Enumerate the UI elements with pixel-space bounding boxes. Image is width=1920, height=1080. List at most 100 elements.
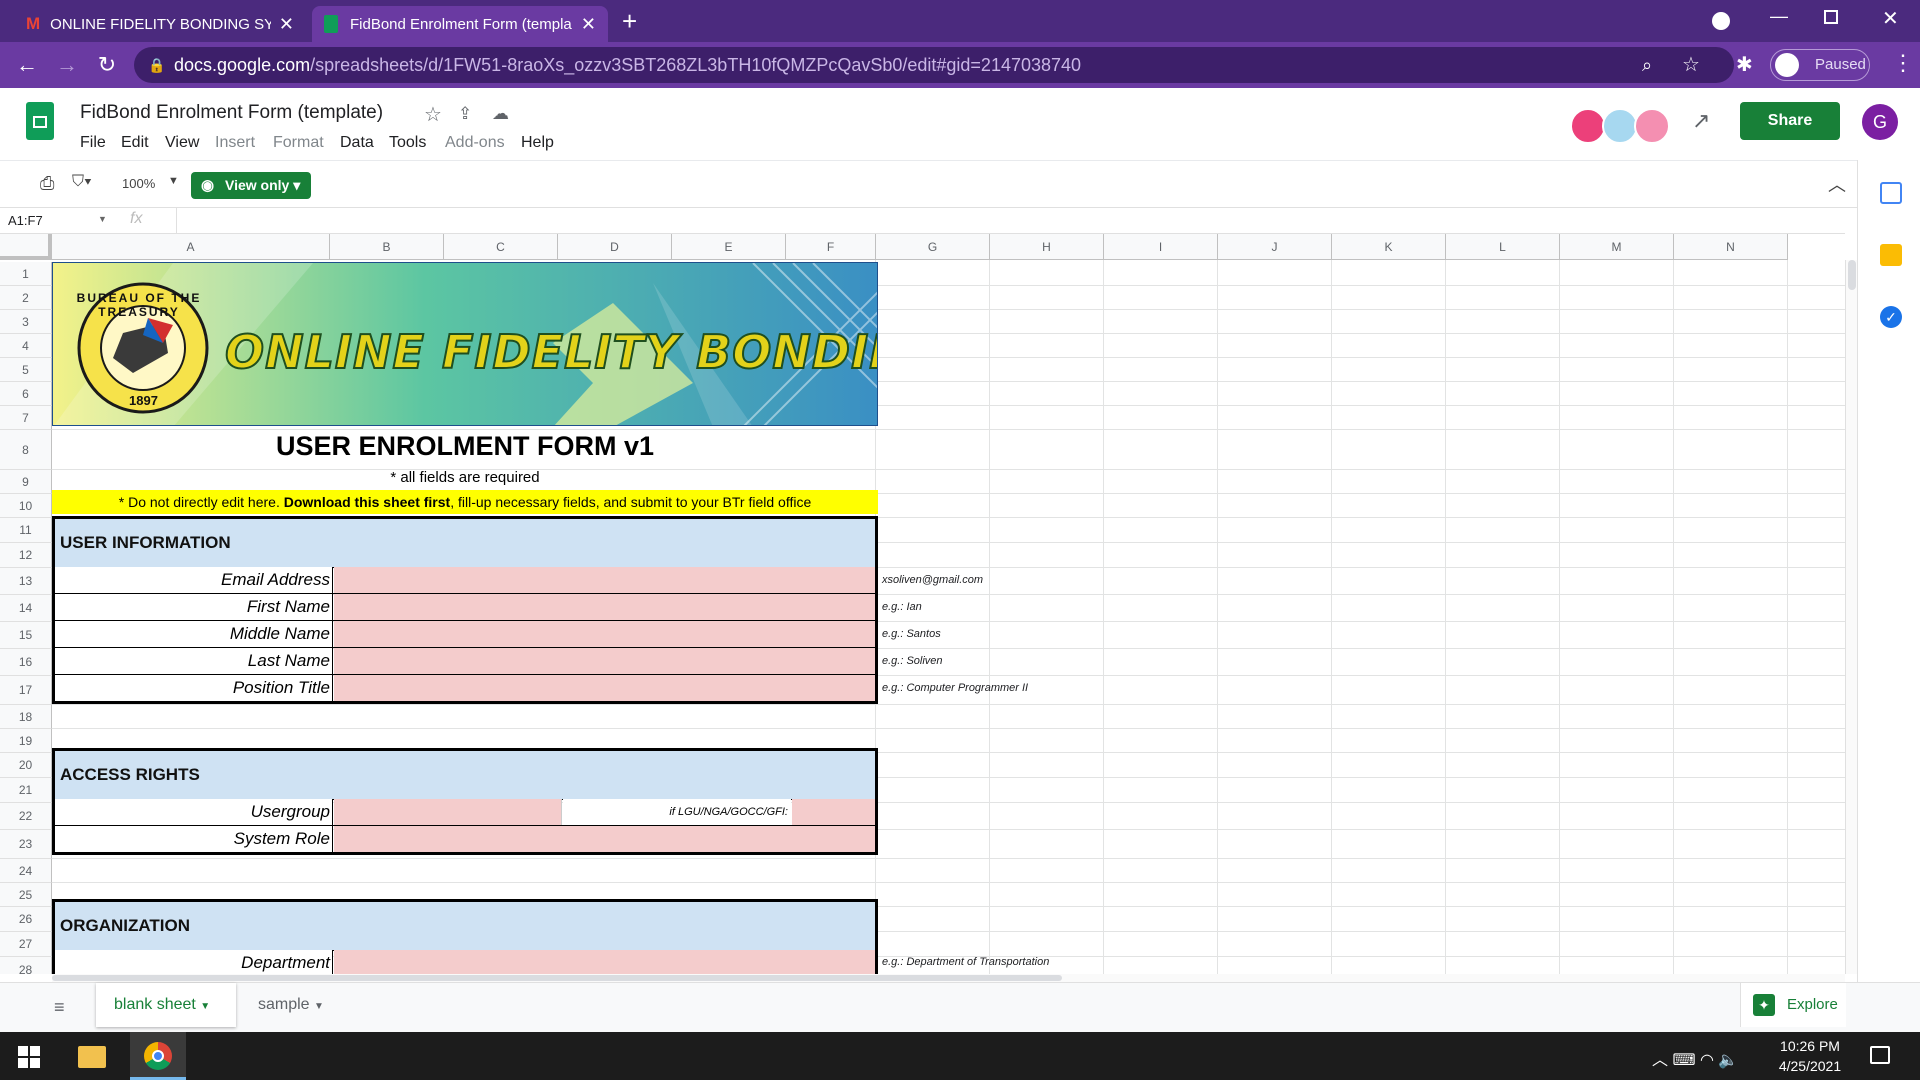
dropdown-icon[interactable]: ▼ — [314, 1001, 324, 1012]
row-header[interactable]: 7 — [0, 406, 52, 430]
column-header[interactable]: N — [1674, 234, 1788, 260]
windows-start-icon[interactable] — [18, 1046, 40, 1068]
all-sheets-icon[interactable]: ≡ — [54, 997, 65, 1018]
clock-time[interactable]: 10:26 PM — [1760, 1038, 1860, 1054]
minimize-icon[interactable]: — — [1770, 6, 1788, 27]
restore-icon[interactable] — [1824, 10, 1838, 24]
forward-icon[interactable]: → — [52, 50, 82, 80]
row-header[interactable]: 6 — [0, 382, 52, 406]
collaborator-avatar[interactable] — [1634, 108, 1670, 144]
last-name-field[interactable] — [334, 648, 875, 674]
select-all-corner[interactable] — [0, 234, 52, 260]
menu-file[interactable]: File — [80, 134, 106, 152]
menu-insert[interactable]: Insert — [215, 134, 255, 152]
formula-input[interactable] — [176, 208, 1845, 233]
collapse-menus-icon[interactable]: ︿ — [1828, 171, 1846, 197]
file-explorer-icon[interactable] — [78, 1046, 106, 1068]
row-header[interactable]: 28 — [0, 957, 52, 974]
email-field[interactable] — [334, 567, 875, 593]
vertical-scroll-thumb[interactable] — [1848, 260, 1856, 290]
address-bar[interactable]: 🔒 docs.google.com/spreadsheets/d/1FW51-8… — [134, 47, 1734, 83]
browser-tab-sheets[interactable]: FidBond Enrolment Form (templa ✕ — [312, 6, 608, 42]
row-header[interactable]: 19 — [0, 729, 52, 753]
sheets-logo-icon[interactable] — [26, 102, 54, 140]
menu-tools[interactable]: Tools — [389, 134, 426, 152]
row-header[interactable]: 16 — [0, 649, 52, 676]
profile-button[interactable]: Paused — [1770, 49, 1870, 81]
row-header[interactable]: 14 — [0, 595, 52, 622]
sheet-tab-sample[interactable]: sample ▼ — [242, 983, 342, 1027]
dropdown-icon[interactable]: ▼ — [200, 1001, 210, 1012]
usergroup-type-field[interactable] — [792, 799, 875, 825]
notifications-icon[interactable] — [1870, 1046, 1890, 1064]
vertical-scrollbar[interactable] — [1845, 260, 1857, 974]
tab-search-icon[interactable] — [1712, 12, 1730, 30]
zoom-icon[interactable]: ⌕ — [1642, 47, 1652, 83]
browser-tab-gmail[interactable]: M ONLINE FIDELITY BONDING SYST ✕ — [14, 6, 306, 42]
row-header[interactable]: 25 — [0, 883, 52, 907]
row-header[interactable]: 8 — [0, 430, 52, 470]
row-header[interactable]: 13 — [0, 568, 52, 595]
column-header[interactable]: I — [1104, 234, 1218, 260]
clock-date[interactable]: 4/25/2021 — [1760, 1058, 1860, 1074]
row-header[interactable]: 22 — [0, 803, 52, 830]
column-header[interactable]: D — [558, 234, 672, 260]
first-name-field[interactable] — [334, 594, 875, 620]
close-tab-icon[interactable]: ✕ — [279, 14, 294, 35]
chrome-taskbar-button[interactable] — [130, 1032, 186, 1080]
move-icon[interactable]: ⇪ — [458, 104, 472, 124]
horizontal-scrollbar[interactable] — [52, 974, 1845, 982]
menu-addons[interactable]: Add-ons — [445, 134, 505, 152]
column-header[interactable]: F — [786, 234, 876, 260]
column-header[interactable]: E — [672, 234, 786, 260]
row-header[interactable]: 17 — [0, 676, 52, 705]
row-header[interactable]: 4 — [0, 334, 52, 358]
middle-name-field[interactable] — [334, 621, 875, 647]
column-header[interactable]: K — [1332, 234, 1446, 260]
row-header[interactable]: 21 — [0, 778, 52, 803]
reload-icon[interactable]: ↻ — [92, 50, 122, 80]
menu-help[interactable]: Help — [521, 134, 554, 152]
bookmark-star-icon[interactable]: ☆ — [1682, 47, 1700, 83]
sheet-tab-blank-sheet[interactable]: blank sheet ▼ — [96, 983, 236, 1027]
column-header[interactable]: H — [990, 234, 1104, 260]
zoom-select[interactable]: 100% — [122, 176, 155, 191]
row-header[interactable]: 9 — [0, 470, 52, 494]
column-header[interactable]: G — [876, 234, 990, 260]
system-tray-icons[interactable]: ︿ ⌨ ◠ 🔈 — [1652, 1046, 1738, 1070]
close-tab-icon[interactable]: ✕ — [581, 14, 596, 35]
row-header[interactable]: 3 — [0, 310, 52, 334]
row-header[interactable]: 18 — [0, 705, 52, 729]
menu-view[interactable]: View — [165, 134, 199, 152]
row-header[interactable]: 1 — [0, 262, 52, 286]
zoom-dropdown-icon[interactable]: ▼ — [168, 175, 179, 187]
window-close-icon[interactable]: ✕ — [1882, 6, 1899, 31]
menu-format[interactable]: Format — [273, 134, 324, 152]
keep-icon[interactable] — [1880, 244, 1902, 266]
explore-button[interactable]: ✦ Explore — [1740, 983, 1846, 1027]
activity-trend-icon[interactable]: ↗ — [1692, 108, 1710, 134]
star-icon[interactable]: ☆ — [424, 102, 442, 127]
column-header[interactable]: L — [1446, 234, 1560, 260]
extensions-icon[interactable]: ✱ — [1736, 52, 1753, 77]
back-icon[interactable]: ← — [12, 50, 42, 80]
new-tab-icon[interactable]: + — [622, 6, 637, 37]
document-title[interactable]: FidBond Enrolment Form (template) — [80, 102, 383, 124]
browser-menu-icon[interactable]: ⋮ — [1892, 50, 1914, 76]
name-box[interactable]: A1:F7 — [8, 213, 108, 228]
row-header[interactable]: 12 — [0, 543, 52, 568]
tasks-icon[interactable]: ✓ — [1880, 306, 1902, 328]
row-header[interactable]: 11 — [0, 518, 52, 543]
print-icon[interactable]: ⎙ — [40, 173, 54, 194]
column-header[interactable]: M — [1560, 234, 1674, 260]
account-avatar[interactable]: G — [1862, 104, 1898, 140]
usergroup-field[interactable] — [334, 799, 562, 825]
menu-edit[interactable]: Edit — [121, 134, 149, 152]
row-header[interactable]: 5 — [0, 358, 52, 382]
position-title-field[interactable] — [334, 675, 875, 701]
view-only-button[interactable]: ◉ View only ▾ — [191, 172, 311, 199]
menu-data[interactable]: Data — [340, 134, 374, 152]
column-header[interactable]: A — [52, 234, 330, 260]
row-header[interactable]: 26 — [0, 907, 52, 932]
name-box-dropdown-icon[interactable]: ▼ — [98, 214, 107, 224]
